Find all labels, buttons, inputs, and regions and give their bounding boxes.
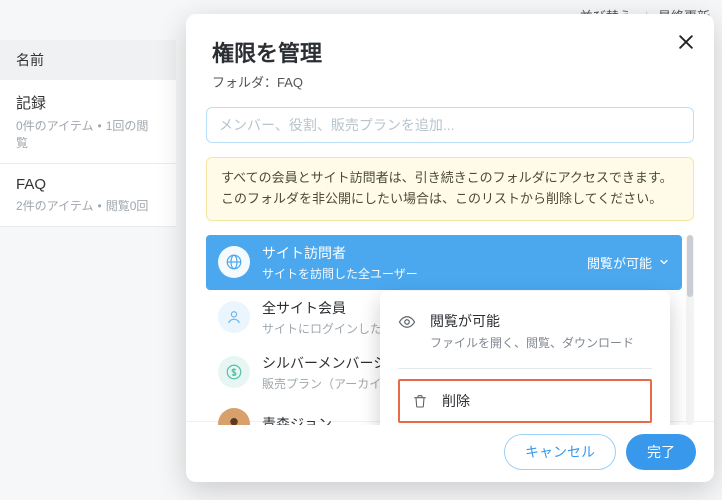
modal-title: 権限を管理 [212, 36, 688, 68]
globe-icon [218, 246, 250, 278]
close-button[interactable] [676, 32, 696, 52]
done-button[interactable]: 完了 [626, 434, 696, 470]
dropdown-separator [398, 368, 652, 369]
info-notice: すべての会員とサイト訪問者は、引き続きこのフォルダにアクセスできます。このフォル… [206, 157, 694, 221]
trash-icon [412, 393, 428, 409]
dropdown-option-view[interactable]: 閲覧が可能 ファイルを開く、閲覧、ダウンロード [398, 305, 652, 366]
permission-selector[interactable]: 閲覧が可能 [587, 253, 670, 272]
dropdown-delete-label: 削除 [442, 391, 470, 411]
modal-subtitle: フォルダ：FAQ [212, 72, 688, 91]
eye-icon [398, 313, 418, 336]
modal-body: すべての会員とサイト訪問者は、引き続きこのフォルダにアクセスできます。このフォル… [186, 97, 714, 421]
permissions-modal: 権限を管理 フォルダ：FAQ すべての会員とサイト訪問者は、引き続きこのフォルダ… [186, 14, 714, 482]
close-icon [676, 32, 696, 52]
modal-header: 権限を管理 フォルダ：FAQ [186, 14, 714, 97]
row-subtitle: サイトを訪問した全ユーザー [262, 265, 575, 282]
row-title: サイト訪問者 [262, 243, 575, 263]
modal-footer: キャンセル 完了 [186, 421, 714, 482]
dropdown-option-delete[interactable]: 削除 [398, 379, 652, 423]
cancel-button[interactable]: キャンセル [504, 434, 616, 470]
scrollbar[interactable] [686, 235, 694, 425]
permission-row-visitors[interactable]: サイト訪問者 サイトを訪問した全ユーザー 閲覧が可能 [206, 235, 682, 290]
avatar-icon [218, 408, 250, 425]
dropdown-view-desc: ファイルを開く、閲覧、ダウンロード [430, 334, 634, 352]
scrollbar-thumb[interactable] [687, 235, 693, 297]
dropdown-view-title: 閲覧が可能 [430, 311, 634, 331]
chevron-down-icon [658, 256, 670, 268]
permission-dropdown: 閲覧が可能 ファイルを開く、閲覧、ダウンロード 削除 [380, 291, 670, 425]
modal-overlay: 権限を管理 フォルダ：FAQ すべての会員とサイト訪問者は、引き続きこのフォルダ… [0, 0, 722, 500]
permission-list: サイト訪問者 サイトを訪問した全ユーザー 閲覧が可能 [206, 235, 694, 425]
person-icon [218, 301, 250, 333]
dollar-icon [218, 356, 250, 388]
add-member-input[interactable] [206, 107, 694, 143]
